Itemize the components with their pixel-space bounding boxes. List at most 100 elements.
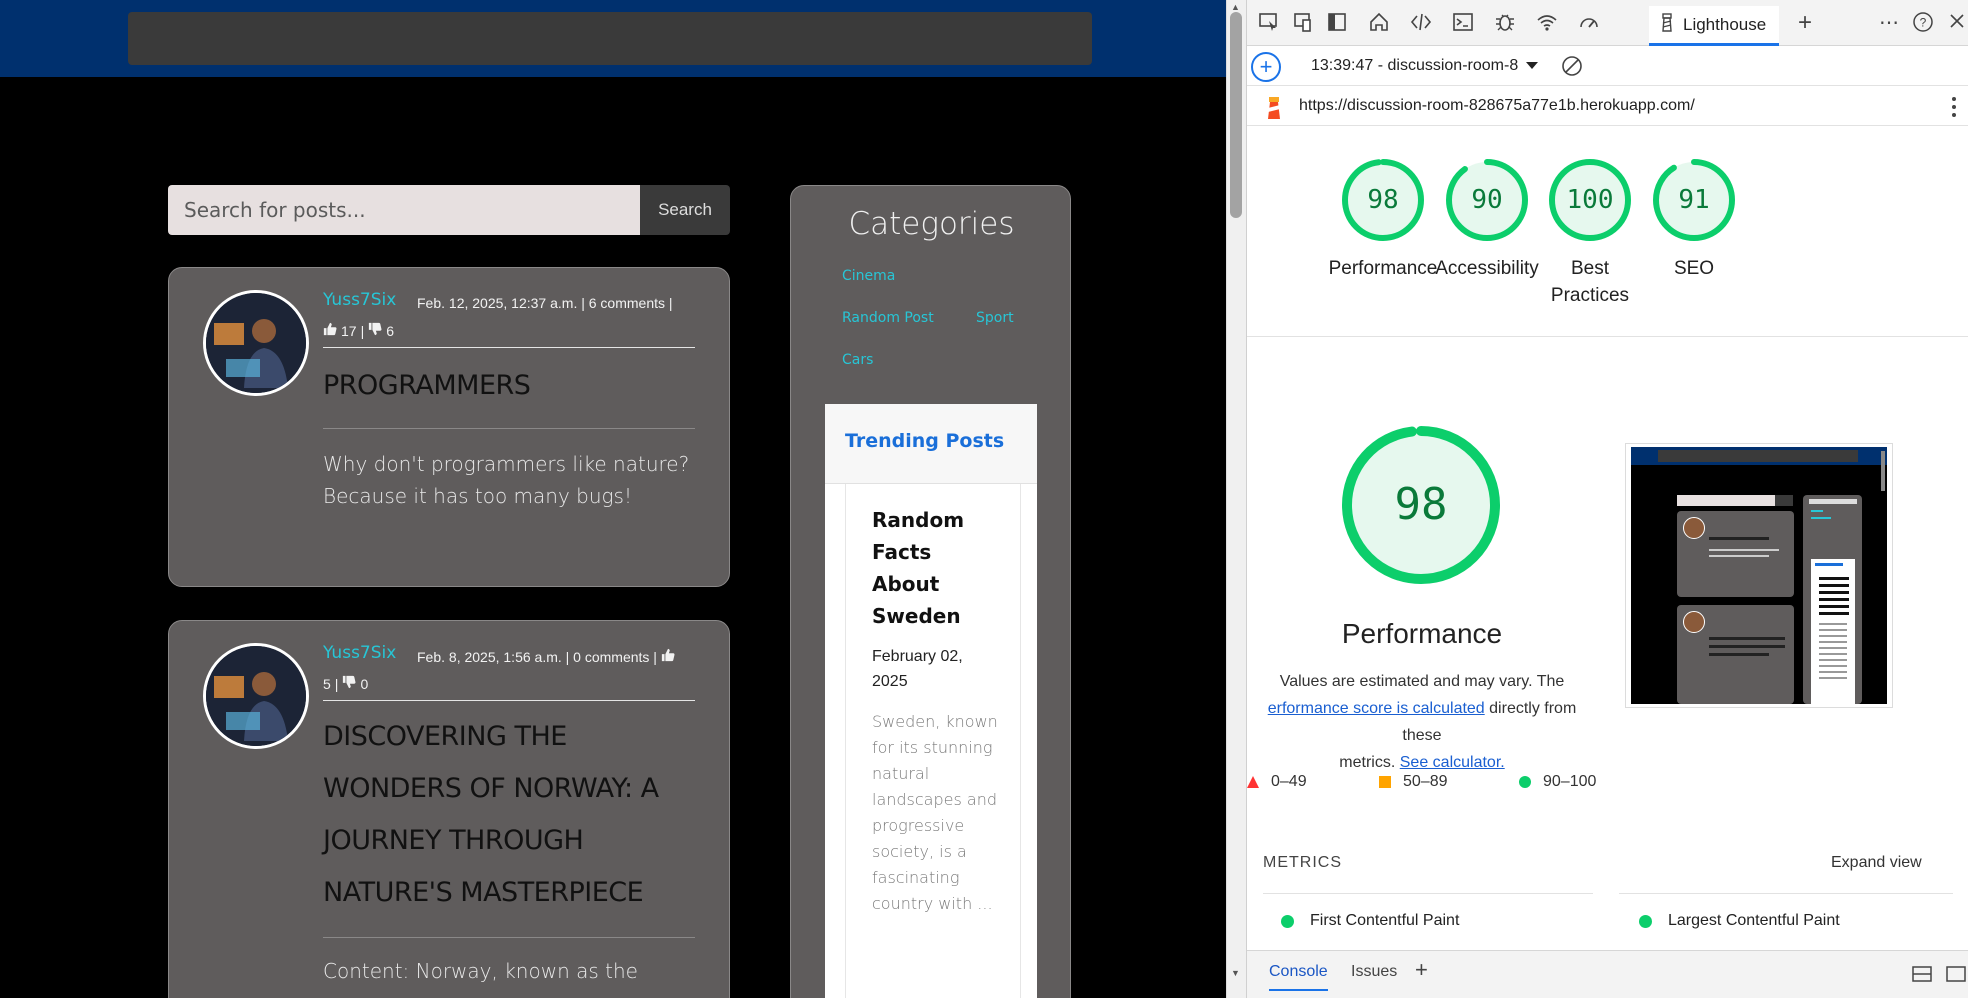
performance-icon[interactable] (1577, 11, 1601, 35)
category-link-random-post[interactable]: Random Post (842, 310, 934, 326)
performance-heading: Performance (1341, 618, 1503, 649)
tab-issues[interactable]: Issues (1351, 963, 1397, 981)
post-title[interactable]: DISCOVERING THE WONDERS OF NORWAY: A JOU… (323, 711, 703, 919)
like-count: 17 (341, 322, 357, 339)
score-gauge-seo[interactable]: 91 (1651, 157, 1737, 243)
metric-divider (1263, 893, 1593, 894)
network-icon[interactable] (1535, 11, 1559, 35)
separator: | (334, 675, 339, 692)
fail-triangle-icon (1247, 776, 1259, 788)
lighthouse-tab-icon (1659, 12, 1675, 37)
device-emulation-icon[interactable] (1291, 11, 1315, 35)
trending-post[interactable]: Random Facts About Sweden February 02, 2… (845, 484, 1021, 998)
post-meta-text: Feb. 8, 2025, 1:56 a.m. | 0 comments | (417, 648, 657, 665)
separator: | (360, 322, 365, 339)
dislike-count: 0 (360, 675, 369, 692)
post-author-link[interactable]: Yuss7Six (323, 290, 396, 310)
add-tab-icon[interactable]: + (1793, 11, 1817, 35)
more-options-icon[interactable]: ⋯ (1877, 11, 1901, 35)
like-count: 5 (323, 675, 331, 692)
welcome-home-icon[interactable] (1367, 11, 1391, 35)
score-calculated-link[interactable]: erformance score is calculated (1268, 700, 1485, 717)
score-gauge-accessibility[interactable]: 90 (1444, 157, 1530, 243)
score-gauge-performance[interactable]: 98 (1340, 157, 1426, 243)
search-form: Search (168, 185, 730, 235)
score-gauge-best-practices[interactable]: 100 (1547, 157, 1633, 243)
tab-lighthouse[interactable]: Lighthouse (1649, 6, 1779, 46)
lighthouse-report-bar: + 13:39:47 - discussion-room-8 (1247, 46, 1968, 86)
site-navbar (0, 0, 1226, 77)
dock-drawer-icon[interactable] (1911, 965, 1933, 988)
pass-circle-icon (1281, 914, 1294, 928)
sources-bug-icon[interactable] (1493, 11, 1517, 35)
page-scrollbar[interactable]: ▲ ▼ (1226, 0, 1246, 998)
search-button[interactable]: Search (640, 185, 730, 235)
devtools-panel: Lighthouse + ⋯ ? + 13:39:47 - discussion… (1246, 0, 1968, 998)
category-link-cinema[interactable]: Cinema (842, 268, 895, 284)
svg-text:?: ? (1920, 16, 1927, 30)
kebab-menu-icon[interactable] (1951, 96, 1957, 123)
scroll-up-icon[interactable]: ▲ (1231, 2, 1240, 12)
post-reactions: 17 | 6 (323, 322, 394, 339)
search-input[interactable] (168, 185, 640, 235)
thumbs-up-icon[interactable] (661, 648, 675, 665)
report-url[interactable]: https://discussion-room-828675a77e1b.her… (1299, 97, 1695, 115)
post-title[interactable]: PROGRAMMERS (323, 360, 703, 412)
category-link-cars[interactable]: Cars (842, 352, 873, 368)
metric-divider (1619, 893, 1953, 894)
thumbs-down-icon[interactable] (368, 322, 382, 339)
thumbs-down-icon[interactable] (342, 675, 356, 692)
expand-view-button[interactable]: Expand view (1831, 854, 1922, 872)
help-icon[interactable]: ? (1911, 11, 1935, 35)
post-author-link[interactable]: Yuss7Six (323, 643, 396, 663)
category-link-sport[interactable]: Sport (976, 310, 1014, 326)
trending-post-title[interactable]: Random Facts About Sweden (872, 504, 992, 632)
trending-header: Trending Posts (825, 404, 1037, 484)
chevron-down-icon[interactable] (1525, 58, 1539, 77)
post-card[interactable]: Yuss7Six Feb. 8, 2025, 1:56 a.m. | 0 com… (168, 620, 730, 998)
author-avatar[interactable] (203, 290, 309, 396)
metric-label: Largest Contentful Paint (1668, 912, 1840, 929)
post-card[interactable]: Yuss7Six Feb. 12, 2025, 12:37 a.m. | 6 c… (168, 267, 730, 587)
report-selector[interactable]: 13:39:47 - discussion-room-8 (1311, 57, 1527, 75)
post-meta: Feb. 8, 2025, 1:56 a.m. | 0 comments | (417, 648, 675, 665)
author-avatar[interactable] (203, 643, 309, 749)
dock-side-icon[interactable] (1325, 11, 1349, 35)
divider (323, 428, 695, 429)
trending-title: Trending Posts (845, 430, 1005, 452)
note-text: metrics. (1339, 754, 1396, 771)
divider (323, 937, 695, 938)
post-meta: Feb. 12, 2025, 12:37 a.m. | 6 comments | (417, 295, 673, 311)
performance-note: Values are estimated and may vary. The e… (1247, 668, 1597, 776)
post-body: Content: Norway, known as the (323, 959, 638, 983)
performance-gauge-large: 98 (1340, 424, 1502, 586)
add-drawer-tab-icon[interactable]: + (1415, 957, 1428, 983)
inspect-icon[interactable] (1257, 11, 1281, 35)
tab-console[interactable]: Console (1269, 963, 1328, 991)
report-url-bar: https://discussion-room-828675a77e1b.her… (1247, 86, 1968, 126)
drawer-options-icon[interactable] (1945, 965, 1967, 988)
close-icon[interactable] (1945, 11, 1968, 35)
elements-icon[interactable] (1409, 11, 1433, 35)
performance-score-large: 98 (1394, 479, 1448, 530)
scroll-down-icon[interactable]: ▼ (1231, 968, 1240, 978)
scrollbar-thumb[interactable] (1230, 12, 1242, 218)
new-report-icon[interactable]: + (1251, 52, 1281, 82)
website-viewport: Search Yuss7Six Feb. 12, 2025, 12:37 a.m… (0, 0, 1226, 998)
legend-label: 50–89 (1403, 773, 1448, 790)
legend-label: 90–100 (1543, 773, 1597, 790)
trending-post-date: February 02, 2025 (872, 648, 963, 690)
score-value: 90 (1471, 185, 1503, 215)
see-calculator-link[interactable]: See calculator. (1400, 754, 1505, 771)
metrics-heading: METRICS (1263, 854, 1342, 871)
categories-panel: Categories Cinema Random Post Sport Cars… (790, 185, 1071, 998)
trending-post-excerpt: Sweden, known for its stunning natural l… (872, 712, 998, 913)
divider (323, 700, 695, 701)
metric-label: First Contentful Paint (1310, 912, 1460, 929)
clear-report-icon[interactable] (1561, 55, 1583, 82)
categories-title: Categories (848, 206, 1015, 242)
thumbs-up-icon[interactable] (323, 322, 337, 339)
post-reactions: 5 | 0 (323, 675, 368, 692)
page-screenshot-thumbnail[interactable] (1625, 443, 1893, 708)
console-icon[interactable] (1451, 11, 1475, 35)
